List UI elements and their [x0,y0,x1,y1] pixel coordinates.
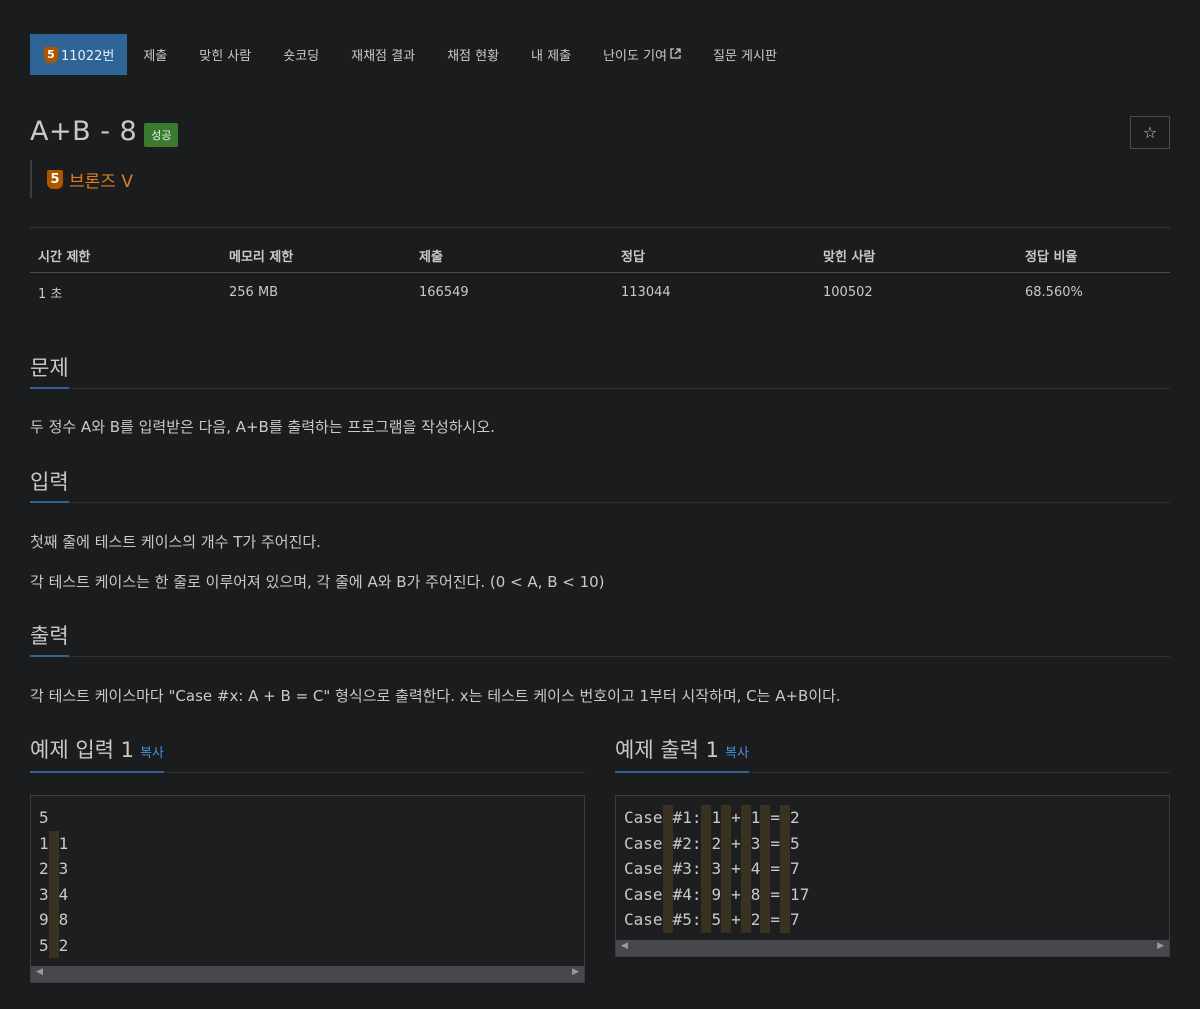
external-link-icon [670,47,681,62]
horizontal-scrollbar[interactable]: ◀ ▶ [616,940,1169,956]
input-section-title: 입력 [30,466,69,503]
nav-judge-status[interactable]: 채점 현황 [431,34,515,75]
problem-nav: 5 11022번 제출 맞힌 사람 숏코딩 재채점 결과 채점 현황 내 제출 … [30,34,793,75]
nav-short-coding[interactable]: 숏코딩 [267,34,335,75]
scroll-right-icon[interactable]: ▶ [1157,941,1164,951]
sample-output-line: Case #1: 1 + 1 = 2 [624,805,1161,831]
nav-difficulty-contribution[interactable]: 난이도 기여 [587,34,697,75]
stats-header-solved-users: 맞힌 사람 [815,228,1017,273]
nav-difficulty-label: 난이도 기여 [603,49,667,64]
page-title: A+B - 8 [30,116,138,147]
sample-input-line: 5 2 [39,932,576,958]
stats-memory-limit: 256 MB [229,284,279,300]
sample-input-heading: 예제 입력 1 복사 [30,734,164,773]
nav-problem-number[interactable]: 5 11022번 [30,34,128,75]
sample-output-line: Case #4: 9 + 8 = 17 [624,881,1161,907]
scroll-left-icon[interactable]: ◀ [36,967,43,977]
sample-input-box[interactable]: 5 1 12 33 49 85 2 ◀ ▶ [30,795,585,983]
star-icon: ☆ [1142,123,1158,142]
problem-number-label: 11022번 [61,49,115,64]
sample-output-code: Case #1: 1 + 1 = 2 Case #2: 2 + 3 = 5 Case… [616,796,1169,933]
output-description: 각 테스트 케이스마다 "Case #x: A + B = C" 형식으로 출력… [30,687,841,705]
sample-output-box[interactable]: Case #1: 1 + 1 = 2 Case #2: 2 + 3 = 5 Case… [615,795,1170,957]
sample-output-line: Case #2: 2 + 3 = 5 [624,830,1161,856]
nav-question-board[interactable]: 질문 게시판 [697,34,793,75]
title-row: A+B - 8 성공 [30,116,179,147]
sample-input-header: 예제 입력 1 복사 [30,733,585,773]
stats-header-memory-limit: 메모리 제한 [221,228,411,273]
stats-value-row: 1 초 256 MB 166549 113044 100502 68.560% [30,273,1170,312]
sample-output-title: 예제 출력 1 [615,738,719,762]
stats-accepted: 113044 [621,284,671,300]
sample-output-line: Case #5: 5 + 2 = 7 [624,907,1161,933]
problem-section-title: 문제 [30,352,69,389]
sample-input-line: 1 1 [39,830,576,856]
stats-header-ratio: 정답 비율 [1017,228,1170,273]
bronze-tier-icon: 5 [44,46,58,63]
sample-input-code: 5 1 12 33 49 85 2 [31,796,584,958]
sample-input-line: 5 [39,808,49,827]
tier-info: 5 브론즈 V [30,160,133,198]
status-badge: 성공 [144,122,179,147]
problem-section-header: 문제 [30,351,1170,389]
output-section-header: 출력 [30,619,1170,657]
sample-output-line: Case #3: 3 + 4 = 7 [624,856,1161,882]
stats-header-accepted: 정답 [613,228,815,273]
sample-input-line: 2 3 [39,856,576,882]
stats-header-time-limit: 시간 제한 [30,228,221,273]
sample-input-line: 9 8 [39,907,576,933]
stats-header-submissions: 제출 [411,228,613,273]
output-section-title: 출력 [30,620,69,657]
horizontal-scrollbar[interactable]: ◀ ▶ [31,966,584,982]
scroll-right-icon[interactable]: ▶ [572,967,579,977]
star-button[interactable]: ☆ [1130,116,1170,149]
sample-output-header: 예제 출력 1 복사 [615,733,1170,773]
stats-submissions: 166549 [419,284,469,300]
problem-description: 두 정수 A와 B를 입력받은 다음, A+B를 출력하는 프로그램을 작성하시… [30,418,495,436]
nav-solved-users[interactable]: 맞힌 사람 [183,34,267,75]
stats-ratio: 68.560% [1025,284,1083,300]
scroll-left-icon[interactable]: ◀ [621,941,628,951]
stats-header-row: 시간 제한 메모리 제한 제출 정답 맞힌 사람 정답 비율 [30,228,1170,273]
sample-output-heading: 예제 출력 1 복사 [615,734,749,773]
problem-stats-table: 시간 제한 메모리 제한 제출 정답 맞힌 사람 정답 비율 1 초 256 M… [30,227,1170,311]
sample-input-line: 3 4 [39,881,576,907]
copy-sample-input-button[interactable]: 복사 [140,746,164,761]
input-description-line: 각 테스트 케이스는 한 줄로 이루어져 있으며, 각 줄에 A와 B가 주어진… [30,573,605,591]
bronze-tier-icon: 5 [47,169,63,189]
input-section-header: 입력 [30,465,1170,503]
sample-input-title: 예제 입력 1 [30,738,134,762]
nav-submit[interactable]: 제출 [127,34,183,75]
tier-name[interactable]: 브론즈 V [69,167,133,192]
input-description-line: 첫째 줄에 테스트 케이스의 개수 T가 주어진다. [30,533,321,551]
stats-solved-users: 100502 [823,284,873,300]
stats-time-limit: 1 초 [38,286,63,302]
copy-sample-output-button[interactable]: 복사 [725,746,749,761]
nav-rejudge-results[interactable]: 재채점 결과 [335,34,431,75]
nav-my-submissions[interactable]: 내 제출 [515,34,587,75]
